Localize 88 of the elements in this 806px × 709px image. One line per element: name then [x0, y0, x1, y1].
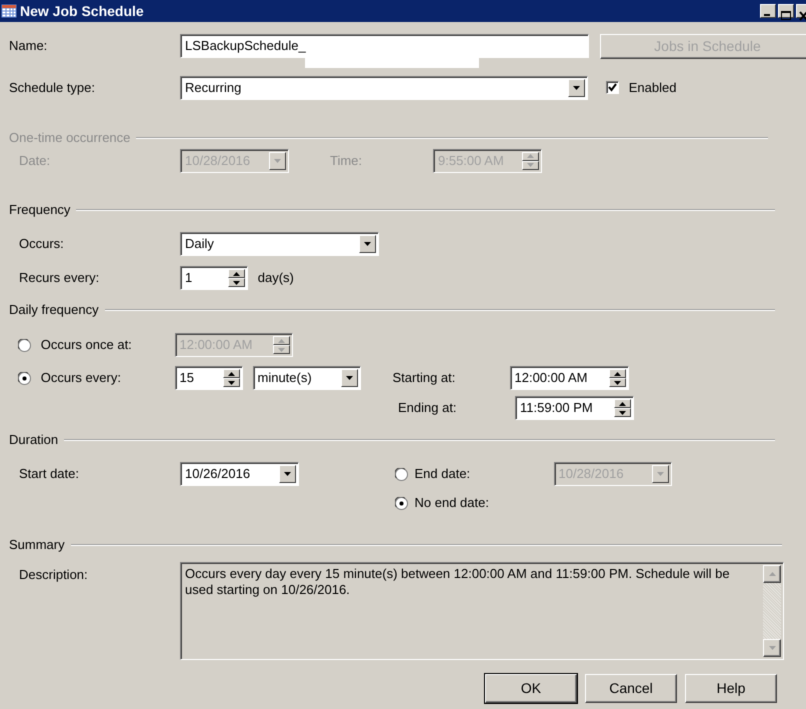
section-heading: Daily frequency — [9, 301, 99, 320]
spin-up-button[interactable] — [222, 369, 240, 378]
up-arrow-icon — [278, 338, 284, 342]
down-arrow-icon — [527, 163, 534, 167]
checkbox-label: Enabled — [628, 78, 678, 97]
close-icon — [798, 10, 806, 22]
unit-dropdown[interactable]: minute(s) — [252, 366, 360, 390]
recurs-spinner[interactable]: 1 — [180, 266, 248, 290]
down-arrow-icon — [346, 376, 352, 380]
down-arrow-icon — [228, 380, 234, 384]
checkbox[interactable] — [606, 81, 619, 94]
field-label: Ending at: — [398, 399, 458, 418]
occurs-dropdown[interactable]: Daily — [180, 232, 379, 256]
section-heading: Duration — [9, 431, 58, 450]
name-field[interactable]: LSBackupSchedule_ — [180, 34, 589, 58]
interval-spinner[interactable]: 15 — [174, 366, 242, 390]
section-heading: One-time occurrence — [9, 129, 130, 148]
down-arrow-icon — [364, 242, 371, 246]
field-label: Starting at: — [392, 369, 456, 388]
dropdown-button[interactable] — [652, 465, 668, 483]
down-arrow-icon — [768, 646, 776, 650]
unit-label: day(s) — [256, 269, 295, 288]
up-arrow-icon — [619, 402, 626, 406]
field-label: Start date: — [19, 465, 80, 484]
field-label: Date: — [19, 152, 52, 170]
down-arrow-icon — [619, 410, 626, 414]
spin-up-button[interactable] — [272, 336, 290, 345]
spin-down-button[interactable] — [614, 408, 631, 417]
field-label: Name: — [9, 37, 48, 56]
radio-label: No end date: — [414, 494, 490, 512]
table-icon — [1, 3, 17, 19]
maximize-button[interactable] — [778, 4, 794, 18]
spin-up-button[interactable] — [608, 369, 626, 378]
time-spinner[interactable]: 12:00:00 AM — [510, 366, 628, 390]
time-spinner[interactable]: 11:59:00 PM — [515, 396, 634, 420]
section-heading: Frequency — [9, 201, 70, 220]
start-date-dropdown[interactable]: 10/26/2016 — [180, 462, 299, 486]
dropdown-button[interactable] — [340, 369, 358, 387]
down-arrow-icon — [233, 280, 240, 284]
checkmark-icon — [608, 83, 617, 92]
spin-down-button[interactable] — [222, 378, 240, 387]
spin-down-button[interactable] — [272, 345, 290, 354]
spin-up-button[interactable] — [614, 399, 631, 408]
schedule-type-dropdown[interactable]: Recurring — [180, 76, 588, 100]
window-title: New Job Schedule — [20, 2, 145, 20]
radio-label: Occurs every: — [40, 369, 122, 388]
scrollbar[interactable] — [763, 565, 781, 657]
down-arrow-icon — [573, 86, 580, 90]
dropdown-button[interactable] — [269, 152, 286, 170]
radio-button[interactable] — [18, 372, 31, 384]
up-arrow-icon — [614, 372, 620, 376]
spin-down-button[interactable] — [228, 278, 245, 287]
up-arrow-icon — [228, 372, 234, 376]
down-arrow-icon — [614, 380, 620, 384]
radio-label: End date: — [414, 465, 472, 484]
up-arrow-icon — [233, 272, 240, 276]
down-arrow-icon — [284, 472, 291, 476]
dropdown-button[interactable] — [568, 78, 585, 96]
radio-button[interactable] — [18, 338, 31, 352]
dialog-button[interactable]: Cancel — [585, 674, 677, 703]
description-text: Occurs every day every 15 minute(s) between 12:00:00 AM and 11:59:00 PM. Schedule will be used starting on 10/26/2016. — [184, 565, 731, 599]
field-label: Recurs every: — [19, 269, 100, 288]
spin-down-button[interactable] — [608, 378, 626, 387]
scroll-down-button[interactable] — [763, 639, 781, 657]
up-arrow-icon — [768, 572, 776, 576]
close-button[interactable] — [796, 4, 806, 18]
minimize-icon — [764, 14, 770, 16]
field-label: Time: — [330, 152, 364, 170]
section-heading: Summary — [9, 536, 65, 554]
dialog-button[interactable]: Help — [685, 674, 777, 703]
maximize-icon — [779, 10, 793, 22]
dropdown-button[interactable] — [279, 465, 296, 483]
radio-label: Occurs once at: — [40, 336, 133, 354]
field-label: Schedule type: — [9, 78, 96, 97]
scroll-up-button[interactable] — [763, 565, 781, 583]
dropdown-button[interactable] — [359, 234, 376, 252]
down-arrow-icon — [656, 472, 664, 476]
field-label: Occurs: — [19, 234, 65, 253]
spin-up-button[interactable] — [522, 152, 539, 160]
minimize-button[interactable] — [760, 4, 776, 18]
down-arrow-icon — [278, 348, 284, 352]
radio-button[interactable] — [395, 496, 408, 510]
down-arrow-icon — [274, 158, 281, 162]
up-arrow-icon — [527, 154, 534, 158]
spin-up-button[interactable] — [228, 269, 245, 278]
radio-button[interactable] — [395, 468, 408, 480]
dialog-button[interactable]: OK — [485, 674, 577, 703]
field-label: Description: — [19, 566, 89, 584]
